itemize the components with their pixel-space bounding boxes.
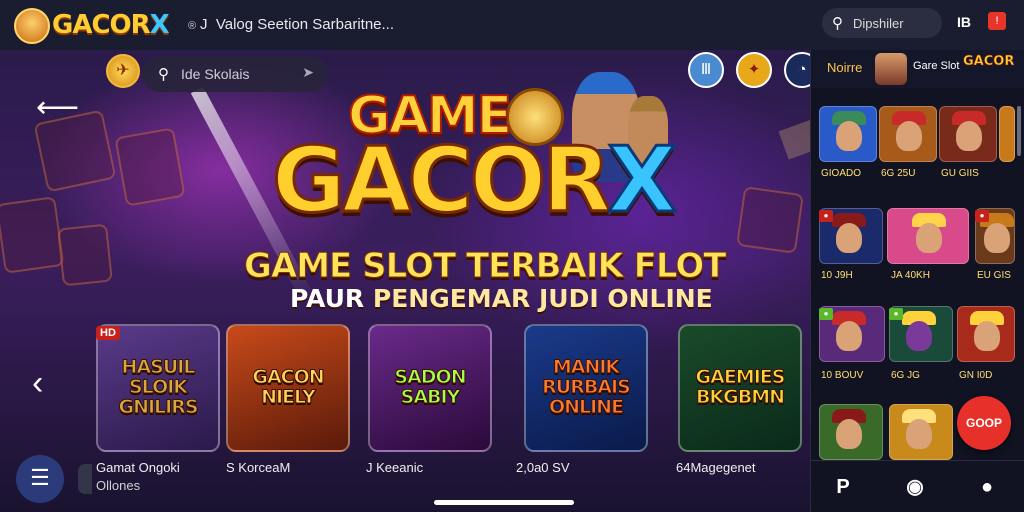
game-tile[interactable] [939, 106, 997, 162]
tile-caption: 10 BOUV [821, 370, 864, 381]
target-icon[interactable]: ◉ [903, 475, 927, 499]
app-screen: GACORX ® J Valog Seetion Sarbaritne... ⚲… [0, 0, 1024, 512]
page-title: J Valog Seetion Sarbaritne... [200, 16, 395, 33]
tile-caption: 6G JG [891, 370, 920, 381]
floating-action-button[interactable]: GOOP [957, 396, 1011, 450]
account-icon[interactable]: IB [954, 12, 974, 32]
game-card[interactable]: MANIK RURBAIS ONLINE [524, 324, 648, 452]
coin-icon[interactable]: ✈ [106, 54, 140, 88]
new-badge: ● [889, 308, 903, 320]
hero-tagline: PAUR PENGEMAR JUDI ONLINE [290, 284, 713, 313]
top-search-input[interactable]: ⚲ Dipshiler [822, 8, 942, 38]
home-indicator[interactable] [434, 500, 574, 505]
tile-caption: 10 J9H [821, 270, 853, 281]
game-tile[interactable] [889, 404, 953, 460]
notification-icon[interactable]: ! [988, 12, 1006, 30]
trademark-symbol: ® [188, 20, 197, 32]
logo-mascot-icon [14, 8, 50, 44]
game-tile[interactable] [887, 208, 969, 264]
game-avatar[interactable] [875, 53, 907, 85]
side-panel-header: Noirre Gare Slot GACOR [811, 50, 1024, 88]
game-tile[interactable] [879, 106, 937, 162]
bg-slot-reel [57, 223, 113, 287]
tile-caption: GIOADO [821, 168, 862, 179]
game-tile[interactable] [957, 306, 1015, 362]
back-arrow-icon[interactable]: ⟵ [36, 90, 79, 125]
bonus-icon[interactable]: ✦ [736, 52, 772, 88]
card-caption: 64Magegenet [676, 460, 756, 475]
promo-icon[interactable]: Ⅲ [688, 52, 724, 88]
chevron-left-icon[interactable]: ‹ [32, 364, 43, 403]
game-card[interactable]: GACON NIELY [226, 324, 350, 452]
tile-caption: GN I0D [959, 370, 993, 381]
scrollbar[interactable] [1017, 106, 1021, 156]
game-tile[interactable] [819, 106, 877, 162]
bg-slot-reel [0, 196, 65, 274]
card-subcaption: Ollones [96, 478, 141, 493]
tile-caption: 6G 25U [881, 168, 916, 179]
tile-caption: EU GIS [977, 270, 1011, 281]
profile-p-icon[interactable]: P [831, 475, 855, 499]
new-badge: ● [819, 308, 833, 320]
search-icon: ⚲ [158, 66, 169, 83]
game-tile[interactable] [819, 404, 883, 460]
game-logo: GACOR [963, 54, 1015, 70]
nav-label[interactable]: Noirre [827, 60, 862, 75]
hero-title-gacorx: GACORX [270, 128, 678, 233]
game-card[interactable]: HASUIL SLOIK GNILIRS [96, 324, 220, 452]
top-bar: GACORX ® J Valog Seetion Sarbaritne... ⚲… [0, 0, 1024, 50]
menu-button[interactable]: ☰ [16, 455, 64, 503]
game-card[interactable]: GAEMIES BKGBMN [678, 324, 802, 452]
user-icon[interactable]: ● [975, 475, 999, 499]
bg-slot-reel [114, 127, 186, 207]
card-caption: J Keeanic [366, 460, 424, 475]
bottom-nav: P ◉ ● [811, 460, 1024, 512]
light-streak [778, 90, 810, 160]
search-icon: ⚲ [832, 15, 843, 32]
hero-search-input[interactable]: ⚲ Ide Skolais ➤ [142, 56, 328, 92]
game-slot-label: Gare Slot [913, 60, 960, 72]
side-tab-handle[interactable] [78, 464, 92, 494]
new-badge: ● [975, 210, 989, 222]
hero-subtitle: GAME SLOT TERBAIK FLOT [243, 246, 726, 287]
new-badge: ● [819, 210, 833, 222]
bg-slot-reel [736, 186, 804, 254]
card-caption: 2,0a0 SV [516, 460, 570, 475]
card-badge: HD [96, 326, 120, 340]
card-caption: S KorceaM [226, 460, 291, 475]
brand-logo[interactable]: GACORX [52, 10, 170, 40]
hero-banner: ✈ ⚲ Ide Skolais ➤ Ⅲ ✦ ◔ ⟵ ‹ GAME GACORX … [0, 50, 810, 512]
tile-caption: JA 40KH [891, 270, 930, 281]
game-tile[interactable] [999, 106, 1015, 162]
send-icon: ➤ [302, 64, 314, 80]
game-card[interactable]: SADON SABIY [368, 324, 492, 452]
side-panel: Noirre Gare Slot GACOR GIOADO 6G 25U GU … [810, 50, 1024, 512]
card-caption: Gamat Ongoki [96, 460, 180, 475]
tile-caption: GU GIIS [941, 168, 979, 179]
rewards-icon[interactable]: ◔ [784, 52, 810, 88]
